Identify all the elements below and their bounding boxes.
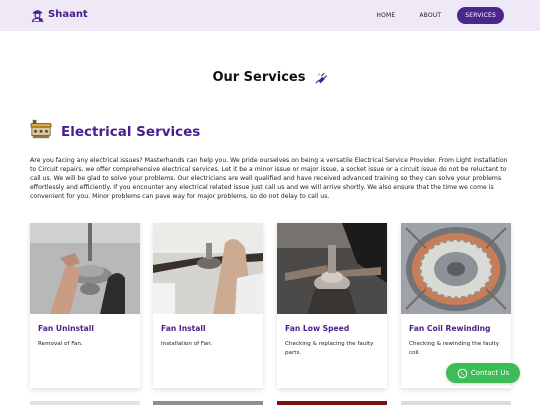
plug-icon [315, 72, 327, 84]
card-title: Fan Coil Rewinding [409, 324, 491, 333]
service-card-fan-low-speed[interactable]: Fan Low Speed Checking & replacing the f… [277, 223, 387, 388]
page-title: Our Services [212, 70, 306, 85]
navbar: Shaant HOME ABOUT SERVICES [0, 0, 540, 31]
service-cards-row-2 [30, 401, 511, 405]
card-description: Installation of Fan. [161, 341, 213, 347]
service-cards: Fan Uninstall Removal of Fan. Fan Instal… [30, 223, 511, 391]
section-intro: Are you facing any electrical issues? Ma… [30, 157, 508, 200]
brand-name: Shaant [48, 9, 88, 20]
card-image-stub [401, 401, 511, 405]
fan-uninstall-image [30, 223, 140, 314]
card-image-stub [277, 401, 387, 405]
fan-install-image [153, 223, 263, 314]
card-title: Fan Low Speed [285, 324, 350, 333]
nav-home[interactable]: HOME [368, 7, 403, 24]
service-card-fan-uninstall[interactable]: Fan Uninstall Removal of Fan. [30, 223, 140, 388]
card-description: Checking & replacing the faulty parts. [285, 341, 374, 356]
electric-panel-icon [30, 119, 52, 139]
nav-about[interactable]: ABOUT [411, 7, 449, 24]
brand-logo[interactable]: Shaant [30, 7, 88, 22]
card-description: Checking & rewinding the faulty coil. [409, 341, 500, 356]
section-title: Electrical Services [61, 124, 201, 140]
contact-us-button[interactable]: Contact Us [446, 363, 520, 383]
card-image-stub [153, 401, 263, 405]
worker-icon [31, 10, 44, 22]
main-nav: HOME ABOUT SERVICES [360, 7, 504, 24]
nav-services[interactable]: SERVICES [457, 7, 504, 24]
card-description: Removal of Fan. [38, 341, 83, 347]
contact-us-label: Contact Us [470, 369, 510, 377]
whatsapp-icon [457, 368, 468, 378]
page-title-row: Our Services [0, 67, 540, 86]
card-title: Fan Uninstall [38, 324, 94, 333]
fan-low-speed-image [277, 223, 387, 314]
section-heading: Electrical Services [30, 118, 200, 140]
fan-coil-image [401, 223, 511, 314]
card-title: Fan Install [161, 324, 206, 333]
card-image-stub [30, 401, 140, 405]
service-card-fan-install[interactable]: Fan Install Installation of Fan. [153, 223, 263, 388]
